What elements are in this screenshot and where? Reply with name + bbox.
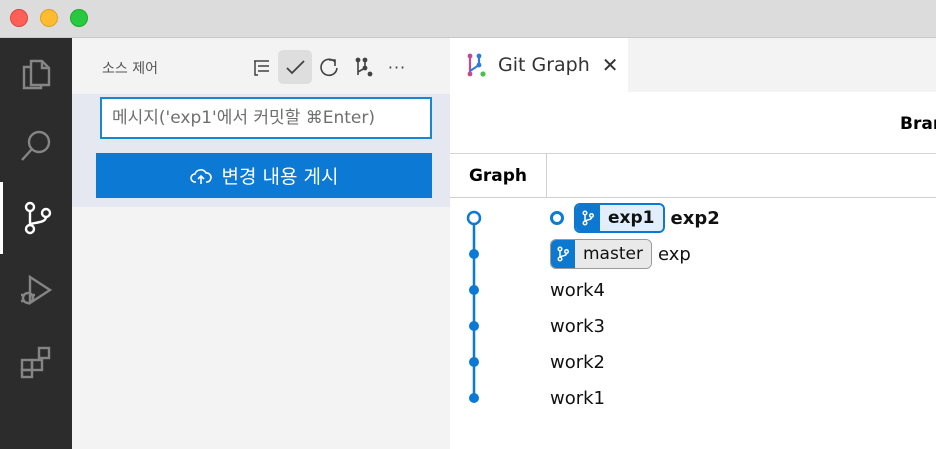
close-window-button[interactable] xyxy=(10,9,28,27)
branch-label-master[interactable]: master xyxy=(550,239,652,269)
commit-message: work2 xyxy=(550,351,606,373)
table-row[interactable]: master exp xyxy=(550,236,691,272)
title-bar xyxy=(0,0,936,38)
sidebar-title: 소스 제어 xyxy=(102,61,158,77)
publish-changes-label: 변경 내용 게시 xyxy=(221,166,339,188)
commit-node[interactable] xyxy=(469,249,479,259)
branch-icon xyxy=(576,205,600,231)
editor-area: Git Graph ✕ Bran Graph xyxy=(450,38,936,449)
minimize-window-button[interactable] xyxy=(40,9,58,27)
search-icon[interactable] xyxy=(0,110,72,182)
commit-graph xyxy=(466,210,482,403)
commit-table-header: Graph xyxy=(450,154,936,198)
commit-message: work1 xyxy=(550,387,606,409)
sidebar-toolbar: ··· xyxy=(244,50,414,84)
commit-node[interactable] xyxy=(469,285,479,295)
commit-message: work3 xyxy=(550,315,606,337)
table-row[interactable]: work2 xyxy=(550,344,605,380)
branches-label: Bran xyxy=(900,114,936,134)
tree-view-icon[interactable] xyxy=(244,50,278,84)
tab-bar: Git Graph ✕ xyxy=(450,38,936,92)
commit-node[interactable] xyxy=(469,393,479,403)
activity-bar xyxy=(0,38,72,449)
branch-name: master xyxy=(575,240,651,268)
commit-message-input[interactable] xyxy=(100,97,432,139)
commit-area: 변경 내용 게시 xyxy=(72,94,450,207)
source-control-sidebar: 소스 제어 ··· 메시지('exp1'에서 커밋할 ⌘Enter) 변경 내용… xyxy=(72,38,450,449)
publish-changes-button[interactable]: 변경 내용 게시 xyxy=(96,153,432,198)
table-row[interactable]: exp1 exp2 xyxy=(550,200,720,236)
commit-node[interactable] xyxy=(466,210,482,226)
commit-message: exp2 xyxy=(670,207,720,229)
commit-list: exp1 exp2 master exp work4 work3 work2 w… xyxy=(550,198,936,418)
commit-node[interactable] xyxy=(469,321,479,331)
git-graph-icon[interactable] xyxy=(346,50,380,84)
commit-message: work4 xyxy=(550,279,606,301)
more-icon[interactable]: ··· xyxy=(380,50,414,84)
git-graph-tab-icon xyxy=(467,53,486,77)
branch-icon xyxy=(551,240,575,268)
zoom-window-button[interactable] xyxy=(70,9,88,27)
git-graph-controls: Bran xyxy=(450,92,936,154)
head-indicator xyxy=(550,211,564,225)
cloud-upload-icon xyxy=(189,168,212,184)
explorer-icon[interactable] xyxy=(0,38,72,110)
extensions-icon[interactable] xyxy=(0,326,72,398)
graph-column-header[interactable]: Graph xyxy=(450,154,547,198)
source-control-icon[interactable] xyxy=(0,182,72,254)
sidebar-header: 소스 제어 ··· xyxy=(72,38,450,94)
refresh-icon[interactable] xyxy=(312,50,346,84)
table-row[interactable]: work4 xyxy=(550,272,605,308)
close-tab-icon[interactable]: ✕ xyxy=(602,55,619,75)
tab-label: Git Graph xyxy=(498,54,590,76)
vscode-window: 소스 제어 ··· 메시지('exp1'에서 커밋할 ⌘Enter) 변경 내용… xyxy=(0,0,936,449)
commit-node[interactable] xyxy=(469,357,479,367)
run-debug-icon[interactable] xyxy=(0,254,72,326)
table-row[interactable]: work3 xyxy=(550,308,605,344)
commit-check-icon[interactable] xyxy=(278,50,312,84)
commit-message: exp xyxy=(657,243,691,265)
table-row[interactable]: work1 xyxy=(550,380,605,416)
tab-git-graph[interactable]: Git Graph ✕ xyxy=(450,38,628,92)
branch-name: exp1 xyxy=(600,205,663,231)
branch-label-exp1[interactable]: exp1 xyxy=(574,203,665,233)
